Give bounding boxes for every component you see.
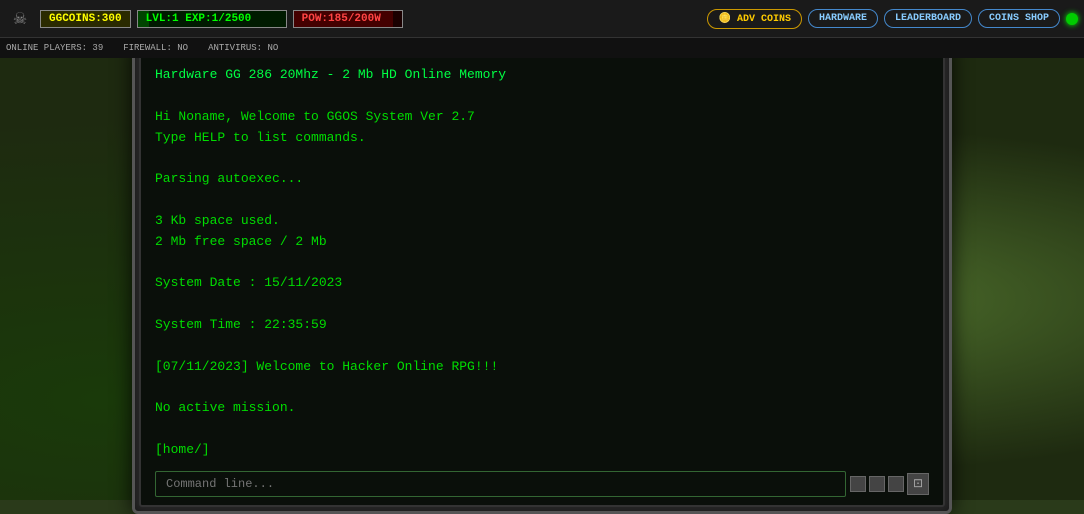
- terminal-frame: Hardware GG 286 20Mhz - 2 Mb HD Online M…: [132, 44, 952, 513]
- command-bar: ⊡: [155, 471, 929, 497]
- terminal-line: Parsing autoexec...: [155, 169, 929, 190]
- cmd-maximize-button[interactable]: ⊡: [907, 473, 929, 495]
- adv-coins-button[interactable]: ADV COINS: [707, 9, 801, 29]
- main-area: Hardware GG 286 20Mhz - 2 Mb HD Online M…: [0, 58, 1084, 500]
- terminal-line: 3 Kb space used.: [155, 211, 929, 232]
- exp-label: LVL:1 EXP:1/2500: [146, 13, 252, 25]
- hardware-button[interactable]: HARDWARE: [808, 9, 878, 28]
- terminal-line: [home/]: [155, 440, 929, 461]
- terminal-screen: Hardware GG 286 20Mhz - 2 Mb HD Online M…: [139, 51, 945, 506]
- firewall-stat: FIREWALL: NO: [123, 43, 188, 53]
- logo-icon: ☠: [6, 5, 34, 33]
- exp-bar: LVL:1 EXP:1/2500: [137, 10, 287, 28]
- terminal-output: Hardware GG 286 20Mhz - 2 Mb HD Online M…: [155, 65, 929, 460]
- status-dot: [1066, 13, 1078, 25]
- ggcoins-display: GGCOINS:300: [40, 10, 131, 28]
- ggcoins-bar: GGCOINS:300: [40, 7, 131, 31]
- pow-label: POW:185/200W: [302, 13, 381, 25]
- leaderboard-button[interactable]: LEADERBOARD: [884, 9, 972, 28]
- terminal-line: System Date : 15/11/2023: [155, 273, 929, 294]
- terminal-line: [155, 149, 929, 170]
- coins-shop-button[interactable]: COINS SHOP: [978, 9, 1060, 28]
- terminal-line: [155, 86, 929, 107]
- online-players-stat: ONLINE PLAYERS: 39: [6, 43, 103, 53]
- nav-buttons: ADV COINS HARDWARE LEADERBOARD COINS SHO…: [707, 9, 1078, 29]
- cmd-btn-3[interactable]: [888, 476, 904, 492]
- terminal-line: [07/11/2023] Welcome to Hacker Online RP…: [155, 357, 929, 378]
- antivirus-stat: ANTIVIRUS: NO: [208, 43, 278, 53]
- terminal-line: [155, 253, 929, 274]
- terminal-line: [155, 336, 929, 357]
- sub-navbar: ONLINE PLAYERS: 39 FIREWALL: NO ANTIVIRU…: [0, 38, 1084, 58]
- terminal-line: [155, 294, 929, 315]
- cmd-buttons: ⊡: [850, 473, 929, 495]
- terminal-line: Type HELP to list commands.: [155, 128, 929, 149]
- terminal-line: System Time : 22:35:59: [155, 315, 929, 336]
- cmd-btn-1[interactable]: [850, 476, 866, 492]
- terminal-line: Hi Noname, Welcome to GGOS System Ver 2.…: [155, 107, 929, 128]
- navbar: ☠ GGCOINS:300 LVL:1 EXP:1/2500 POW:185/2…: [0, 0, 1084, 38]
- terminal-line: 2 Mb free space / 2 Mb: [155, 232, 929, 253]
- terminal-line: [155, 419, 929, 440]
- cmd-btn-2[interactable]: [869, 476, 885, 492]
- command-input[interactable]: [155, 471, 846, 497]
- terminal-line: [155, 377, 929, 398]
- terminal-line: No active mission.: [155, 398, 929, 419]
- pow-bar: POW:185/200W: [293, 10, 403, 28]
- terminal-line: [155, 190, 929, 211]
- terminal-line: Hardware GG 286 20Mhz - 2 Mb HD Online M…: [155, 65, 929, 86]
